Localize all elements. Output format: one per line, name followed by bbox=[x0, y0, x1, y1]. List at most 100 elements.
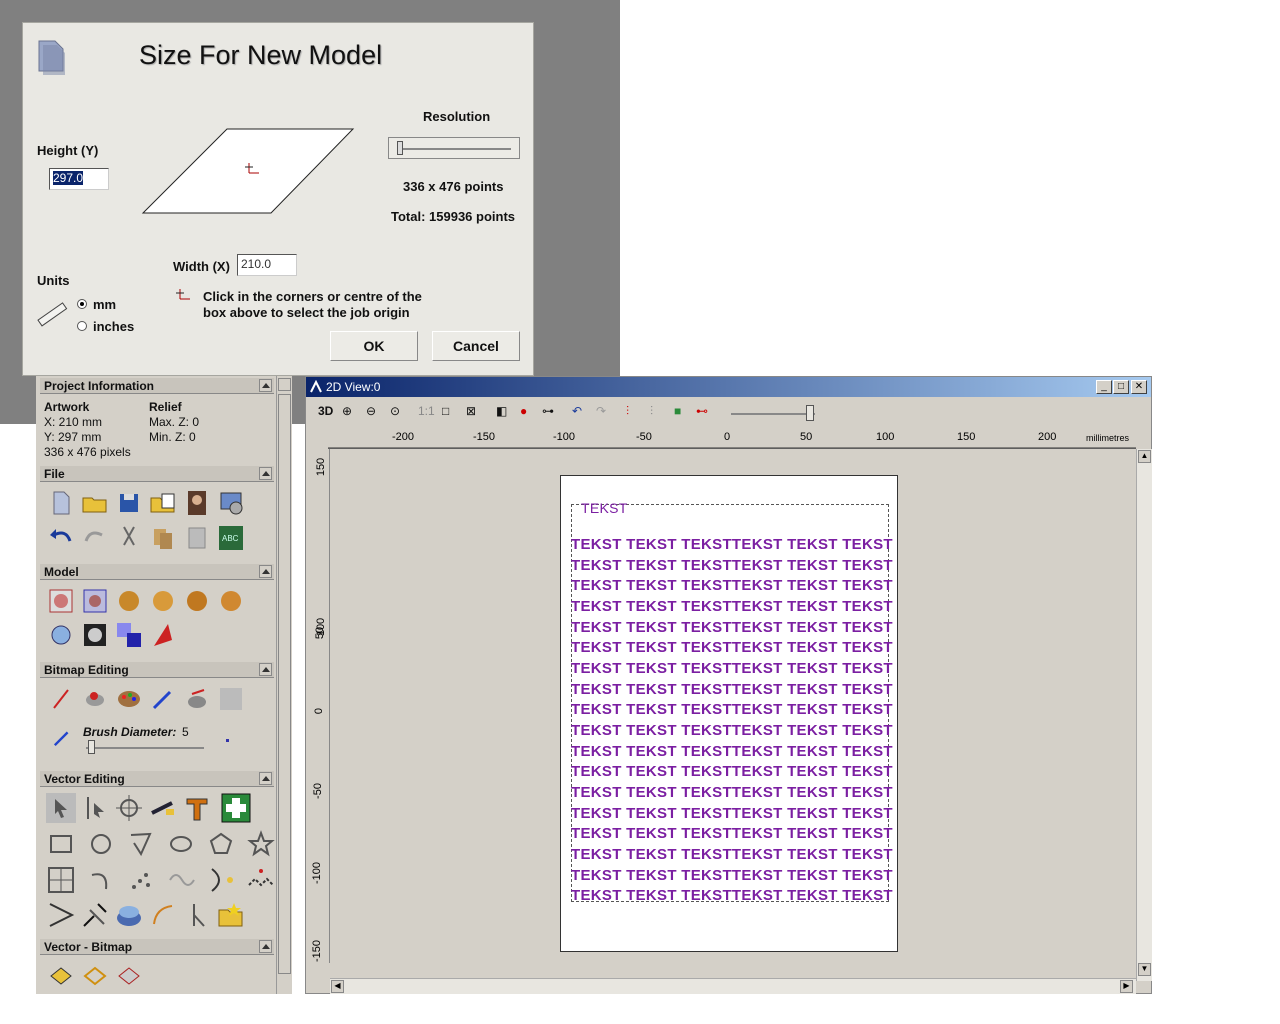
collapse-icon[interactable] bbox=[259, 940, 272, 953]
close-button[interactable]: ✕ bbox=[1131, 380, 1147, 394]
add-vector-icon[interactable] bbox=[221, 793, 251, 823]
unit-inches-radio[interactable] bbox=[77, 321, 87, 331]
text-tool-icon[interactable] bbox=[182, 793, 212, 823]
align-right-icon[interactable]: ■ bbox=[674, 404, 681, 418]
model-scale-icon[interactable] bbox=[80, 586, 110, 616]
rectangle-icon[interactable] bbox=[46, 829, 76, 859]
scroll-up-icon[interactable] bbox=[278, 378, 291, 391]
height-input[interactable]: 297.0 bbox=[49, 168, 109, 190]
vector-bitmap-header[interactable]: Vector - Bitmap bbox=[40, 939, 274, 955]
bezier-icon[interactable] bbox=[206, 865, 236, 895]
text-line[interactable]: TEKST TEKST TEKSTTEKST TEKST TEKST bbox=[571, 784, 893, 801]
model-flip-icon[interactable] bbox=[216, 586, 246, 616]
model-grayscale-icon[interactable] bbox=[80, 620, 110, 650]
transform-icon[interactable] bbox=[114, 793, 144, 823]
scroll-right-icon[interactable]: ▶ bbox=[1120, 980, 1133, 993]
job-page[interactable]: TEKST TEKST TEKST TEKSTTEKST TEKST TEKST… bbox=[560, 475, 898, 952]
file-header[interactable]: File bbox=[40, 466, 274, 482]
view-vertical-scrollbar[interactable]: ▲ ▼ bbox=[1136, 449, 1152, 981]
star-icon[interactable] bbox=[246, 829, 276, 859]
align-left-icon[interactable]: ⫶ bbox=[626, 404, 629, 419]
polygon-icon[interactable] bbox=[206, 829, 236, 859]
redo-icon[interactable] bbox=[80, 523, 110, 553]
view-zoom-thumb[interactable] bbox=[806, 405, 814, 421]
brush-diameter-slider[interactable] bbox=[86, 747, 204, 749]
model-header[interactable]: Model bbox=[40, 564, 274, 580]
new-file-icon[interactable] bbox=[46, 488, 76, 518]
collapse-icon[interactable] bbox=[259, 565, 272, 578]
vector-editing-header[interactable]: Vector Editing bbox=[40, 771, 274, 787]
ok-button[interactable]: OK bbox=[330, 331, 418, 361]
collapse-icon[interactable] bbox=[259, 379, 272, 392]
trim-icon[interactable] bbox=[80, 900, 110, 930]
spell-check-icon[interactable]: ABC bbox=[216, 523, 246, 553]
collapse-icon[interactable] bbox=[259, 663, 272, 676]
fillet-icon[interactable] bbox=[148, 900, 178, 930]
brush-diameter-thumb[interactable] bbox=[88, 740, 95, 754]
text-line[interactable]: TEKST TEKST TEKSTTEKST TEKST TEKST bbox=[571, 763, 893, 780]
model-bear-icon[interactable] bbox=[114, 586, 144, 616]
scroll-left-icon[interactable]: ◀ bbox=[331, 980, 344, 993]
zoom-1-1-button[interactable]: 1:1 bbox=[418, 404, 435, 418]
color-fill-icon[interactable] bbox=[114, 961, 144, 991]
text-line[interactable]: TEKST TEKST TEKSTTEKST TEKST TEKST bbox=[571, 619, 893, 636]
model-origin-icon[interactable] bbox=[46, 620, 76, 650]
undo-icon[interactable] bbox=[46, 523, 76, 553]
ellipse-icon[interactable] bbox=[166, 829, 196, 859]
wave-icon[interactable] bbox=[246, 865, 276, 895]
save-icon[interactable] bbox=[114, 488, 144, 518]
import-icon[interactable] bbox=[148, 488, 178, 518]
scroll-down-icon[interactable]: ▼ bbox=[1138, 963, 1151, 976]
arc-icon[interactable] bbox=[86, 865, 116, 895]
project-info-header[interactable]: Project Information bbox=[40, 378, 274, 394]
paste-icon[interactable] bbox=[182, 523, 212, 553]
align-distribute-icon[interactable]: ⊷ bbox=[696, 404, 708, 418]
text-heading[interactable]: TEKST bbox=[581, 500, 628, 516]
fill-icon[interactable] bbox=[80, 684, 110, 714]
grid-icon[interactable] bbox=[46, 865, 76, 895]
offset-icon[interactable] bbox=[166, 865, 196, 895]
color-view-icon[interactable]: ● bbox=[520, 404, 527, 418]
settings-icon[interactable] bbox=[216, 488, 246, 518]
vector-view-icon[interactable]: ⊶ bbox=[542, 404, 554, 418]
text-line[interactable]: TEKST TEKST TEKSTTEKST TEKST TEKST bbox=[571, 598, 893, 615]
text-line[interactable]: TEKST TEKST TEKSTTEKST TEKST TEKST bbox=[571, 867, 893, 884]
polyline-icon[interactable] bbox=[126, 829, 156, 859]
select-arrow-icon[interactable] bbox=[46, 793, 76, 823]
panel-scroll-thumb[interactable] bbox=[278, 394, 291, 974]
resolution-slider[interactable] bbox=[388, 137, 520, 159]
text-line[interactable]: TEKST TEKST TEKSTTEKST TEKST TEKST bbox=[571, 825, 893, 842]
zoom-in-icon[interactable]: ⊕ bbox=[342, 404, 352, 418]
pencil-icon[interactable] bbox=[46, 684, 76, 714]
copy-icon[interactable] bbox=[148, 523, 178, 553]
vector-folder-icon[interactable] bbox=[216, 900, 246, 930]
panel-scrollbar[interactable] bbox=[276, 376, 292, 994]
zoom-box-icon[interactable]: ⊙ bbox=[390, 404, 400, 418]
join-icon[interactable] bbox=[46, 900, 76, 930]
fit-all-icon[interactable]: ⊠ bbox=[466, 404, 476, 418]
text-line[interactable]: TEKST TEKST TEKSTTEKST TEKST TEKST bbox=[571, 577, 893, 594]
brush-icon[interactable] bbox=[148, 684, 178, 714]
vector-to-bitmap-icon[interactable] bbox=[46, 961, 76, 991]
toolpath-icon[interactable] bbox=[114, 900, 144, 930]
align-center-icon[interactable]: ⫶ bbox=[650, 404, 653, 419]
smear-icon[interactable] bbox=[182, 684, 212, 714]
text-line[interactable]: TEKST TEKST TEKSTTEKST TEKST TEKST bbox=[571, 681, 893, 698]
unit-mm-radio[interactable] bbox=[77, 299, 87, 309]
zoom-out-icon[interactable]: ⊖ bbox=[366, 404, 376, 418]
text-line[interactable]: TEKST TEKST TEKSTTEKST TEKST TEKST bbox=[571, 805, 893, 822]
model-rotate-icon[interactable] bbox=[182, 586, 212, 616]
open-folder-icon[interactable] bbox=[80, 488, 110, 518]
palette-icon[interactable] bbox=[114, 684, 144, 714]
text-line[interactable]: TEKST TEKST TEKSTTEKST TEKST TEKST bbox=[571, 887, 893, 904]
gradient-icon[interactable] bbox=[216, 684, 246, 714]
model-layers-icon[interactable] bbox=[114, 620, 144, 650]
fit-page-icon[interactable]: □ bbox=[442, 404, 449, 418]
resolution-slider-thumb[interactable] bbox=[397, 141, 403, 155]
text-line[interactable]: TEKST TEKST TEKSTTEKST TEKST TEKST bbox=[571, 701, 893, 718]
model-texture-icon[interactable] bbox=[148, 620, 178, 650]
measure-icon[interactable] bbox=[148, 793, 178, 823]
view-horizontal-scrollbar[interactable]: ◀ ▶ bbox=[330, 978, 1136, 994]
bitmap-editing-header[interactable]: Bitmap Editing bbox=[40, 662, 274, 678]
scroll-up-icon[interactable]: ▲ bbox=[1138, 450, 1151, 463]
